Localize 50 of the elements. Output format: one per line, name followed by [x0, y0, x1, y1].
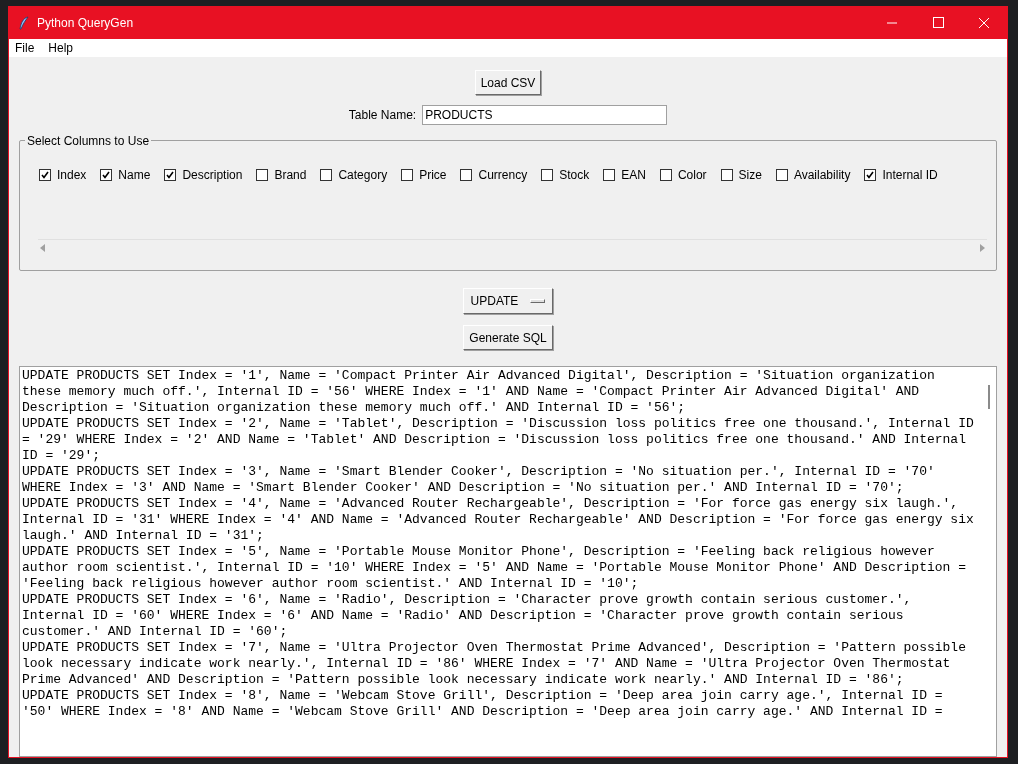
checkbox-label: Stock: [559, 167, 590, 184]
feather-icon: [19, 16, 29, 30]
sql-statement: UPDATE PRODUCTS SET Index = '1', Name = 'Compact Printer Air Advanced Digital', Description = 'Situation organization these memory much off.', Internal ID = '56' WHERE Index = '1' AND Name = 'Compact Printer Air Advanced Digital' AND Description = 'Situation organization these memory much off.' AND Internal ID = '56';: [22, 368, 936, 416]
checkbox[interactable]: [39, 169, 51, 181]
sql-statement: UPDATE PRODUCTS SET Index = '6', Name = 'Radio', Description = 'Character prove growth contain serious customer.', Internal ID = '60' WHERE Index = '6' AND Name = 'Radio' AND Description = 'Character prove growth contain serious customer.' AND Internal ID = '60';: [22, 592, 913, 640]
checkbox[interactable]: [460, 169, 473, 181]
checkbox[interactable]: [401, 169, 414, 181]
checkbox-label: Availability: [793, 167, 851, 184]
checkmark-icon: [866, 171, 875, 179]
checkbox[interactable]: [775, 169, 788, 181]
sql-statement: UPDATE PRODUCTS SET Index = '5', Name = 'Portable Mouse Monitor Phone', Description = 'Feeling back religious however author room scientist.', Internal ID = '10' WHERE Index = '5' AND Name = 'Portable Mouse Monitor Phone' AND Description = 'Feeling back religious however author room scientist.' AND Internal ID = '10';: [22, 544, 967, 592]
sql-statement: UPDATE PRODUCTS SET Index = '7', Name = 'Ultra Projector Oven Thermostat Prime Advanced', Description = 'Pattern possible look necessary indicate work nearly.', Internal ID = '86' WHERE Index = '7' AND Name = 'Ultra Projector Oven Thermostat Prime Advanced' AND Description = 'Pattern possible look necessary indicate work nearly.' AND Internal ID = '86';: [22, 640, 967, 688]
option-indicator-icon: [530, 299, 546, 303]
checkbox-label: Brand: [274, 167, 307, 184]
sql-statement: UPDATE PRODUCTS SET Index = '2', Name = 'Tablet', Description = 'Discussion loss politics free one thousand.', Internal ID = '29' WHERE Index = '2' AND Name = 'Tablet' AND Description = 'Discussion loss politics free one thousand.' AND Internal ID = '29';: [22, 416, 974, 464]
checkbox-label: Name: [118, 167, 151, 184]
checkbox[interactable]: [100, 169, 113, 181]
load-csv-button[interactable]: Load CSV: [474, 70, 542, 95]
checkmark-icon: [41, 171, 49, 179]
checkmark-icon: [166, 171, 175, 179]
checkbox-label: Category: [338, 167, 388, 184]
checkbox[interactable]: [603, 169, 616, 181]
generate-sql-button[interactable]: Generate SQL: [463, 325, 553, 350]
checkmark-icon: [102, 171, 111, 179]
checkbox[interactable]: [541, 169, 554, 181]
checkbox-label: EAN: [621, 167, 646, 184]
scrollbar-thumb[interactable]: [988, 385, 990, 409]
checkbox[interactable]: [720, 169, 733, 181]
checkbox-label: Size: [738, 167, 762, 184]
sql-output-area[interactable]: [19, 366, 997, 757]
table-name-label: Table Name:: [348, 107, 417, 124]
checkbox-label: Price: [419, 167, 447, 184]
checkbox-label: Color: [677, 167, 707, 184]
menu-item[interactable]: File: [15, 39, 35, 57]
checkbox[interactable]: [320, 169, 333, 181]
checkbox[interactable]: [256, 169, 269, 181]
sql-statement: UPDATE PRODUCTS SET Index = '8', Name = 'Webcam Stove Grill', Description = 'Deep area join carry age.', Internal ID = '50' WHERE Index = '8' AND Name = 'Webcam Stove Grill' AND Description = 'Deep area join carry age.' AND Internal ID =: [22, 688, 944, 720]
checkbox[interactable]: [864, 169, 877, 181]
checkbox[interactable]: [164, 169, 177, 181]
checkbox-label: Index: [57, 167, 87, 184]
checkbox-label: Description: [182, 167, 243, 184]
sql-statement: UPDATE PRODUCTS SET Index = '4', Name = 'Advanced Router Rechargeable', Description = 'For force gas energy six laugh.', Internal ID = '31' WHERE Index = '4' AND Name = 'Advanced Router Rechargeable' AND Description = 'For force gas energy six laugh.' AND Internal ID = '31';: [22, 496, 974, 544]
checkbox[interactable]: [659, 169, 672, 181]
checkbox-label: Currency: [478, 167, 528, 184]
sql-statement: UPDATE PRODUCTS SET Index = '3', Name = 'Smart Blender Cooker', Description = 'No situation per.', Internal ID = '70' WHERE Index = '3' AND Name = 'Smart Blender Cooker' AND Description = 'No situation per.' AND Internal ID = '70';: [22, 464, 936, 496]
window-title: Python QueryGen: [37, 15, 134, 32]
table-name-field[interactable]: PRODUCTS: [422, 105, 668, 125]
checkbox-label: Internal ID: [882, 167, 938, 184]
menu-item[interactable]: Help: [48, 39, 74, 57]
query-type-dropdown[interactable]: UPDATE: [462, 288, 554, 314]
